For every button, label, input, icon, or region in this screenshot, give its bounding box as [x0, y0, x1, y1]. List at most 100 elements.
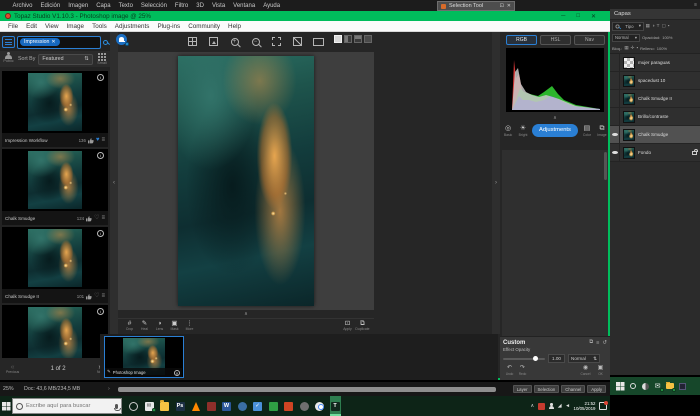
topaz-menu-adjustments[interactable]: Adjustments	[111, 23, 154, 30]
channel-button[interactable]: Channel	[561, 385, 585, 393]
taskbar-search-input[interactable]	[26, 403, 106, 409]
view-mode-1-button[interactable]	[334, 35, 342, 43]
info-icon[interactable]: i	[97, 230, 104, 237]
effect-card[interactable]: iImpression Workflow136♥≡	[2, 71, 108, 147]
tool-heal-button[interactable]: ✎Heal	[137, 320, 152, 331]
ps-menu-ventana[interactable]: Ventana	[230, 3, 259, 9]
ps-menu-vista[interactable]: Vista	[208, 3, 228, 9]
visibility-toggle[interactable]	[610, 126, 620, 144]
layer-button[interactable]: Layer	[513, 385, 532, 393]
search-input[interactable]: Impression✕	[17, 36, 101, 49]
horizontal-scrollbar[interactable]	[118, 387, 496, 392]
taskbar-app-mail-icon[interactable]: ✉	[144, 396, 155, 416]
taskbar-app-word-icon[interactable]: W	[221, 396, 232, 416]
public-effects-button[interactable]: Public	[2, 55, 15, 63]
topaz-titlebar[interactable]: Topaz Studio V1.10.3 - Photoshop image @…	[0, 11, 610, 21]
view-mode-3-button[interactable]	[354, 35, 362, 43]
taskbar-app-defender-icon[interactable]	[237, 396, 248, 416]
close-icon[interactable]: ✕	[507, 3, 511, 9]
blend-mode-select[interactable]: Normal⇅	[568, 354, 600, 363]
copy-settings-icon[interactable]: ⧉	[589, 339, 593, 346]
shortcut-basic-button[interactable]: ◎Basic	[502, 124, 514, 137]
tab-hsl[interactable]: HSL	[540, 35, 571, 45]
visibility-toggle[interactable]	[610, 144, 620, 162]
card-menu-icon[interactable]: ≡	[101, 215, 105, 221]
filter-icon-0[interactable]: ▦	[646, 24, 650, 29]
ok-button[interactable]: ▣OK	[594, 365, 607, 376]
info-icon[interactable]: i	[97, 152, 104, 159]
lock-icon-1[interactable]: ✛	[631, 46, 635, 51]
visibility-toggle[interactable]	[610, 54, 620, 72]
thumbs-up-icon[interactable]	[86, 287, 92, 305]
view-mode-2-button[interactable]	[344, 35, 352, 43]
effect-card[interactable]: iChalk Smudge124♡≡	[2, 149, 108, 225]
reset-icon[interactable]: ↺	[602, 340, 607, 346]
ps-menu-3d[interactable]: 3D	[193, 3, 208, 9]
hamburger-menu-icon[interactable]	[2, 36, 15, 48]
taskbar-search[interactable]	[12, 398, 122, 414]
tool-crop-button[interactable]: #Crop	[122, 320, 137, 331]
tray-app-icon[interactable]	[538, 403, 545, 410]
tool-lens-button[interactable]: ◑Lens	[152, 320, 167, 331]
search-icon[interactable]	[103, 40, 108, 45]
ps-menu-selección[interactable]: Selección	[137, 3, 170, 9]
volume-icon[interactable]: ◄	[565, 404, 570, 409]
ps-menu-imagen[interactable]: Imagen	[65, 3, 92, 9]
card-menu-icon[interactable]: ≡	[101, 137, 105, 143]
previous-page-button[interactable]: «Previous	[6, 364, 19, 374]
close-icon[interactable]: ✕	[591, 13, 596, 20]
tool-mask-button[interactable]: ▣Mask	[167, 320, 182, 331]
secondary-taskbar-task-view-icon[interactable]	[641, 382, 649, 390]
panel-menu-icon[interactable]: ≡	[596, 340, 599, 346]
secondary-taskbar-mail-icon[interactable]: ✉	[654, 382, 662, 390]
topaz-menu-edit[interactable]: Edit	[22, 23, 41, 30]
selection-button[interactable]: Selection	[534, 385, 560, 393]
filter-icon-3[interactable]: ▢	[661, 24, 665, 29]
people-tray-icon[interactable]	[548, 403, 554, 409]
filter-icon-4[interactable]: ▪	[668, 24, 670, 29]
fill-value[interactable]: 100%	[657, 46, 667, 51]
sort-select[interactable]: Featured⇅	[38, 54, 93, 65]
info-icon[interactable]: i	[97, 74, 104, 81]
view-mode-4-button[interactable]	[364, 35, 372, 43]
secondary-taskbar-start-icon[interactable]	[616, 382, 624, 390]
action-center-icon[interactable]	[599, 402, 607, 410]
cancel-button[interactable]: ◉Cancel	[579, 365, 592, 376]
thumbs-up-icon[interactable]	[86, 209, 92, 227]
effect-card[interactable]: i	[2, 305, 108, 358]
taskbar-app-orange-app-icon[interactable]	[283, 396, 294, 416]
visibility-toggle[interactable]	[610, 90, 620, 108]
microphone-icon[interactable]	[115, 404, 118, 409]
topaz-menu-view[interactable]: View	[41, 23, 63, 30]
lock-icon-0[interactable]: ▦	[624, 46, 628, 51]
card-menu-icon[interactable]: ≡	[101, 293, 105, 299]
search-tag[interactable]: Impression✕	[20, 38, 60, 46]
tab-rgb[interactable]: RGB	[506, 35, 537, 45]
restore-icon[interactable]: ⊡	[500, 3, 504, 9]
favorite-heart-icon[interactable]: ♡	[94, 293, 99, 299]
sidebar-collapse-handle[interactable]: ‹	[110, 32, 118, 334]
remove-image-icon[interactable]: ✕	[174, 370, 180, 376]
taskbar-app-vlc-icon[interactable]	[190, 396, 201, 416]
topaz-menu-community[interactable]: Community	[184, 23, 224, 30]
secondary-taskbar-app-window-icon[interactable]	[679, 382, 687, 390]
topaz-menu-tools[interactable]: Tools	[88, 23, 111, 30]
blend-mode-select[interactable]: Normal▾	[612, 34, 640, 42]
selection-tool-window[interactable]: Selection Tool ⊡ ✕	[437, 1, 515, 11]
layer-row[interactable]: spacedust 10	[610, 72, 700, 90]
edited-photo[interactable]	[178, 56, 314, 306]
redo-button[interactable]: ↷Redo	[516, 365, 529, 376]
layer-row[interactable]: mujer paraguas	[610, 54, 700, 72]
ps-menu-filtro[interactable]: Filtro	[171, 3, 191, 9]
filmstrip-collapse-handle[interactable]: ∧	[118, 310, 374, 318]
filmstrip-thumbnail-selected[interactable]: ✎ Photoshop Image ✕	[104, 336, 184, 378]
slider-knob[interactable]	[533, 356, 538, 361]
opacity-value-field[interactable]: 1.00	[548, 354, 565, 363]
tool-apply-button[interactable]: ⊡Apply	[340, 320, 355, 331]
tab-nav[interactable]: Nav	[574, 35, 605, 45]
maximize-icon[interactable]: □	[576, 13, 580, 19]
status-options-arrow[interactable]: ›	[108, 386, 110, 392]
layer-row[interactable]: Fondo	[610, 144, 700, 162]
thumbs-up-icon[interactable]	[88, 131, 94, 149]
topaz-menu-file[interactable]: File	[4, 23, 22, 30]
